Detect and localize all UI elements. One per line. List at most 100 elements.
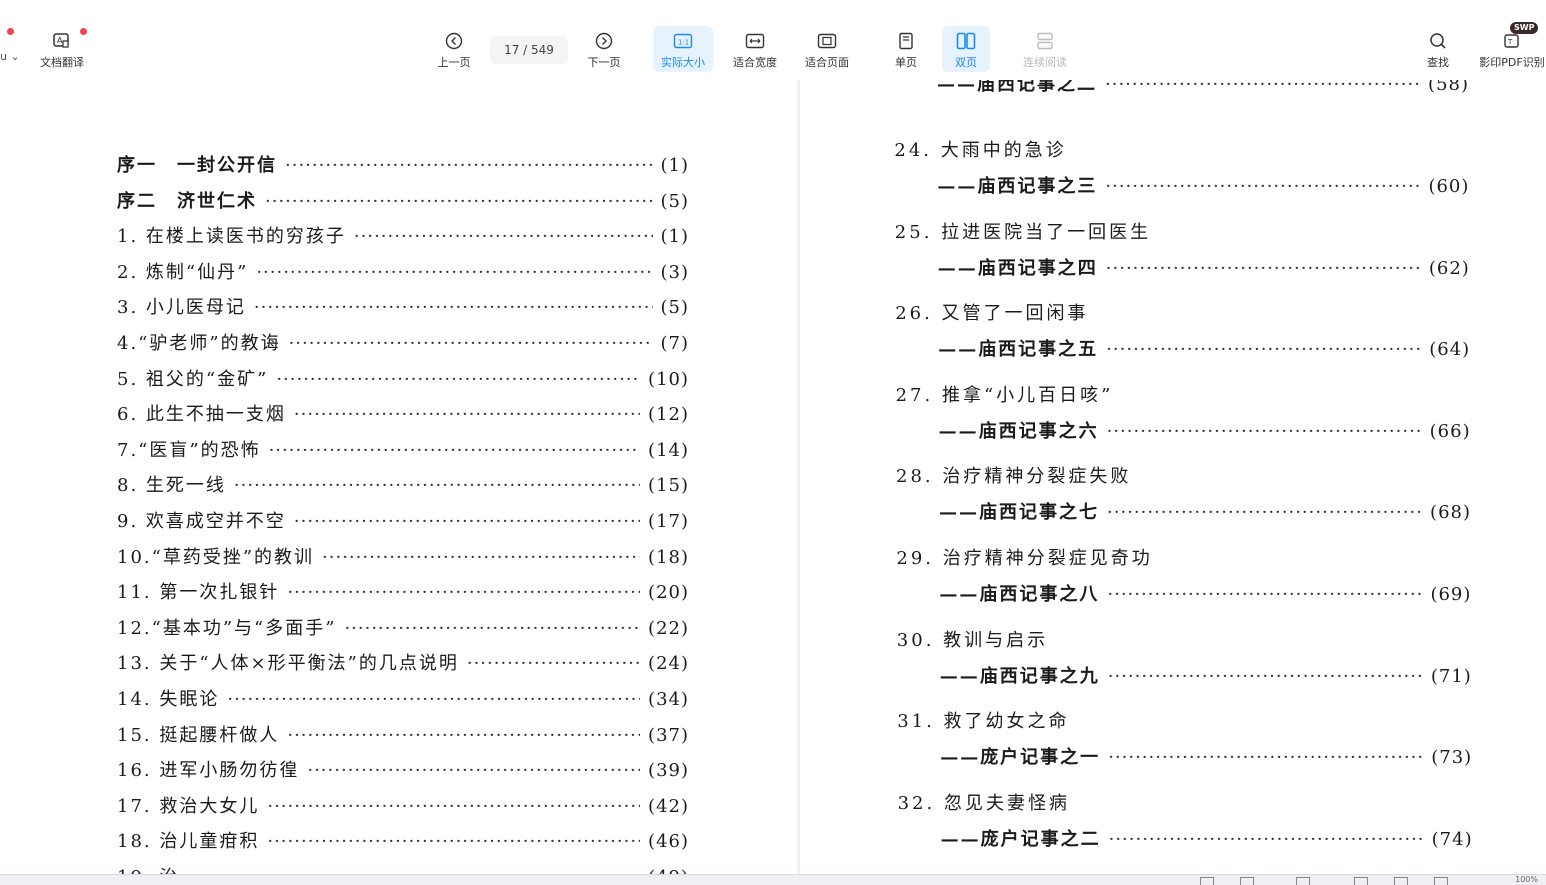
fit-view-icon[interactable] (1296, 877, 1310, 885)
toc-entry[interactable]: ——庙西记事之七 (68) (939, 498, 1471, 524)
toc-entry-subtitle: ——庙西记事之三 (937, 176, 1098, 197)
toc-entry-page: (5) (660, 297, 689, 319)
toc-entry[interactable]: 3. 小儿医母记 (5) (117, 293, 689, 319)
toc-leader-dots (1105, 80, 1420, 95)
toc-entry[interactable]: 5. 祖父的“金矿” (10) (117, 365, 689, 391)
toc-entry-title[interactable]: 30. 教训与启示 (897, 626, 1048, 652)
double-page-button[interactable]: 双页 (942, 26, 990, 72)
toc-entry[interactable]: 7.“医盲”的恐怖 (14) (117, 436, 689, 462)
fit-width-icon (744, 30, 766, 52)
toc-entry-title: 15. 挺起腰杆做人 (117, 724, 280, 746)
toc-entry[interactable]: 18. 治儿童疳积 (46) (117, 827, 689, 853)
fullscreen-icon[interactable] (1434, 877, 1448, 885)
toc-entry-subtitle: ——庞户记事之一 (940, 747, 1101, 769)
toc-entry[interactable]: ——庙西记事之五 (64) (938, 335, 1470, 361)
next-page-button[interactable]: 下一页 (582, 26, 626, 72)
toc-entry[interactable]: 6. 此生不抽一支烟 (12) (117, 400, 689, 426)
toc-entry-subtitle: ——庙西记事之四 (937, 257, 1098, 279)
toc-leader-dots (1109, 829, 1424, 850)
toc-entry[interactable]: 14. 失眠论 (34) (117, 685, 689, 711)
toc-entry[interactable]: 16. 进军小肠勿彷徨 (39) (117, 756, 689, 782)
toc-entry[interactable]: ——庙西记事之二 (58) (937, 80, 1469, 96)
actual-size-button[interactable]: 1:1 实际大小 (653, 26, 713, 72)
toc-entry-subtitle: ——庙西记事之五 (938, 339, 1099, 361)
toc-leader-dots (1106, 258, 1421, 279)
toc-entry[interactable]: 12.“基本功”与“多面手” (22) (117, 614, 689, 640)
chevron-right-circle-icon (593, 30, 615, 52)
toc-leader-dots (287, 725, 640, 746)
toc-entry[interactable]: 15. 挺起腰杆做人 (37) (117, 721, 689, 747)
toc-entry-title[interactable]: 27. 推拿“小儿百日咳” (896, 381, 1114, 407)
left-partial-menu[interactable]: u ⌄ (0, 50, 20, 63)
toc-entry-title: 5. 祖父的“金矿” (117, 368, 269, 390)
toc-entry-page: (68) (1430, 502, 1471, 524)
toc-entry-title[interactable]: 24. 大雨中的急诊 (894, 136, 1066, 162)
toc-entry-page: (64) (1429, 339, 1471, 361)
toc-entry-page: (37) (648, 724, 689, 746)
toc-entry[interactable]: ——庞户记事之二 (74) (941, 825, 1473, 851)
toc-entry[interactable]: 17. 救治大女儿 (42) (117, 792, 689, 818)
chevron-left-circle-icon (443, 30, 465, 52)
toc-entry-title: 3. 小儿医母记 (117, 297, 246, 319)
toc-entry[interactable]: 序二 济世仁术 (5) (117, 187, 689, 213)
double-view-icon[interactable] (1240, 877, 1254, 885)
toc-entry-title: 18. 治儿童疳积 (117, 831, 260, 853)
find-button[interactable]: 查找 (1420, 26, 1456, 72)
toc-entry[interactable]: 4.“驴老师”的教诲 (7) (117, 329, 689, 355)
toc-entry-page: (3) (660, 261, 689, 283)
toc-entry-title[interactable]: 25. 拉进医院当了一回医生 (895, 218, 1151, 244)
toc-entry[interactable]: 序一 一封公开信 (1) (117, 151, 689, 177)
toc-entry-page: (18) (648, 546, 689, 568)
toc-leader-dots (344, 618, 640, 639)
find-label: 查找 (1427, 56, 1449, 69)
toc-entry[interactable]: 9. 欢喜成空并不空 (17) (117, 507, 689, 533)
toc-leader-dots (267, 796, 640, 817)
toc-leader-dots (256, 262, 652, 283)
toc-leader-dots (276, 369, 640, 390)
single-page-button[interactable]: 单页 (886, 26, 926, 72)
toc-entry-page: (60) (1428, 176, 1470, 197)
toc-entry-title[interactable]: 28. 治疗精神分裂症失败 (896, 462, 1131, 488)
toc-entry-title[interactable]: 31. 救了幼女之命 (897, 707, 1069, 733)
toc-entry-title[interactable]: 29. 治疗精神分裂症见奇功 (896, 544, 1152, 570)
toc-entry-subtitle: ——庙西记事之九 (939, 665, 1100, 687)
toc-entry-subtitle: ——庙西记事之八 (939, 584, 1100, 605)
translate-label: 文档翻译 (40, 56, 84, 69)
toc-entry[interactable]: 2. 炼制“仙丹” (3) (117, 258, 689, 284)
fit-width-button[interactable]: 适合宽度 (728, 26, 782, 72)
zoom-level: 100% (1515, 875, 1538, 884)
toc-entry-page: (17) (648, 511, 689, 532)
toc-entry[interactable]: ——庙西记事之四 (62) (938, 254, 1470, 280)
continuous-read-button[interactable]: 连续阅读 (1016, 26, 1074, 72)
toc-entry[interactable]: ——庙西记事之八 (69) (939, 580, 1471, 606)
toc-entry-page: (22) (648, 617, 689, 639)
toc-entry[interactable]: ——庙西记事之九 (71) (940, 662, 1472, 688)
toc-entry-title[interactable]: 32. 忽见夫妻怪病 (898, 789, 1070, 815)
toc-entry-page: (14) (648, 439, 689, 461)
zoom-in-icon[interactable] (1394, 877, 1408, 885)
toc-entry-title: 7.“医盲”的恐怖 (117, 439, 261, 461)
zoom-out-icon[interactable] (1354, 877, 1368, 885)
toc-entry-subtitle: ——庞户记事之二 (940, 828, 1101, 850)
toolbar: u ⌄ A 文档翻译 上一页 17 / 549 下一页 1:1 实际大小 适合宽… (0, 0, 1546, 80)
toc-entry[interactable]: ——庞户记事之一 (73) (940, 743, 1472, 769)
toc-leader-dots (1107, 584, 1422, 605)
actual-size-icon: 1:1 (672, 30, 694, 52)
toc-entry[interactable]: ——庙西记事之六 (66) (939, 417, 1471, 443)
toc-entry[interactable]: ——庙西记事之三 (60) (937, 172, 1469, 198)
toc-entry[interactable]: 1. 在楼上读医书的穷孩子 (1) (117, 222, 689, 248)
toc-entry[interactable]: 10.“草药受挫”的教训 (18) (117, 543, 689, 569)
prev-page-button[interactable]: 上一页 (432, 26, 476, 72)
toc-entry-page: (58) (1428, 80, 1469, 95)
page-number-input[interactable]: 17 / 549 (490, 36, 568, 64)
toc-entry-page: (42) (648, 795, 689, 817)
fit-page-button[interactable]: 适合页面 (800, 26, 854, 72)
toc-entry-title[interactable]: 26. 又管了一回闲事 (895, 299, 1088, 325)
toc-entry-page: (7) (660, 333, 689, 354)
toc-entry[interactable]: 11. 第一次扎银针 (20) (117, 578, 689, 604)
toc-entry[interactable]: 13. 关于“人体×形平衡法”的几点说明 (24) (117, 649, 689, 675)
toc-entry-title: 14. 失眠论 (117, 689, 220, 710)
toc-entry[interactable]: 8. 生死一线 (15) (117, 471, 689, 497)
view-mode-icon[interactable] (1200, 877, 1214, 885)
toc-leader-dots (294, 511, 640, 532)
